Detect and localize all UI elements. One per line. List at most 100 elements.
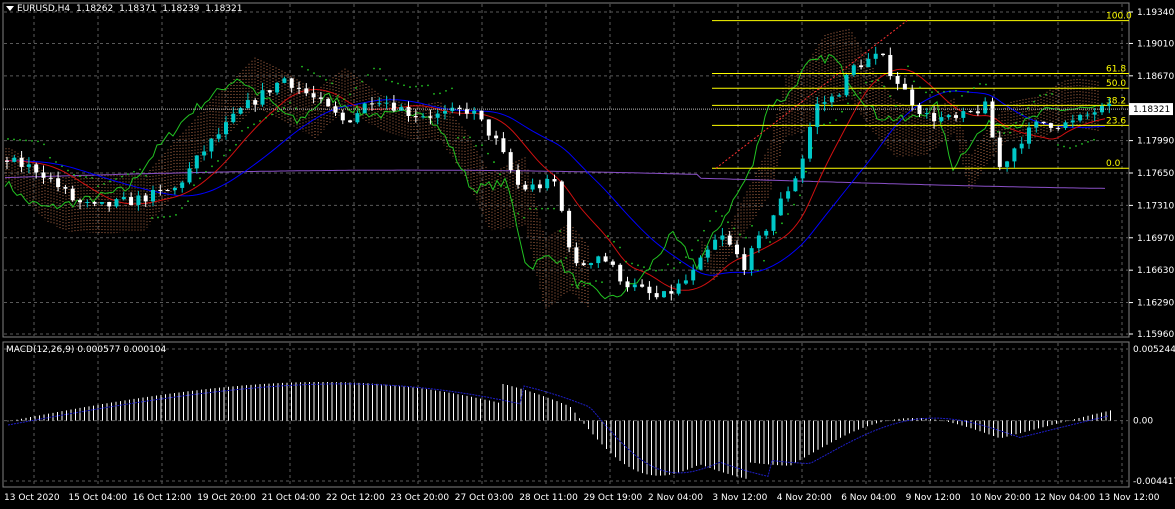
candle-bull bbox=[1070, 120, 1075, 123]
fib-level-label: 23.6 bbox=[1106, 116, 1126, 126]
sar-dot bbox=[1093, 138, 1095, 141]
candle-bull bbox=[1019, 143, 1024, 149]
candle-bull bbox=[121, 197, 126, 200]
candle-bear bbox=[618, 264, 623, 282]
sar-dot bbox=[1015, 121, 1017, 124]
candle-bear bbox=[70, 188, 75, 201]
sar-dot bbox=[373, 67, 375, 70]
candle-bull bbox=[683, 280, 688, 284]
fib-level-label: 0.0 bbox=[1106, 159, 1121, 169]
price-chart-svg[interactable]: 1.19340 1.19010 1.18670 1.17990 1.17650 1.173… bbox=[0, 0, 1175, 509]
sar-dot bbox=[757, 269, 759, 272]
fibonacci-retracement: 100.061.850.038.223.60.0 bbox=[712, 12, 1132, 169]
sar-dot bbox=[607, 235, 609, 237]
candle-bull bbox=[632, 284, 637, 288]
sar-dot bbox=[1057, 144, 1059, 146]
sar-dot bbox=[361, 80, 363, 83]
sar-dot bbox=[73, 173, 75, 176]
candle-bear bbox=[990, 101, 995, 138]
sar-dot bbox=[1063, 145, 1065, 148]
candle-bear bbox=[107, 201, 112, 207]
sar-dot bbox=[163, 216, 165, 218]
sar-dot bbox=[445, 89, 447, 92]
sar-dot bbox=[247, 126, 249, 129]
sar-dot bbox=[325, 78, 327, 81]
sar-dot bbox=[649, 267, 651, 270]
candle-bull bbox=[786, 191, 791, 199]
sar-dot bbox=[301, 65, 303, 68]
chart-window[interactable]: 1.19340 1.19010 1.18670 1.17990 1.17650 1.173… bbox=[0, 0, 1175, 509]
sar-dot bbox=[1081, 143, 1083, 145]
sar-dot bbox=[409, 86, 411, 88]
candle-bear bbox=[727, 235, 732, 245]
sar-dot bbox=[799, 194, 801, 197]
candle-bear bbox=[370, 103, 374, 105]
sar-dot bbox=[697, 239, 699, 242]
sar-dot bbox=[571, 283, 573, 286]
candle-bear bbox=[888, 54, 893, 77]
time-tick-label: 12 Nov 04:00 bbox=[1034, 493, 1095, 503]
sar-dot bbox=[517, 212, 519, 215]
candle-bear bbox=[41, 172, 46, 178]
sar-dot bbox=[1087, 140, 1089, 143]
candle-bear bbox=[574, 247, 579, 264]
sar-dot bbox=[643, 266, 645, 268]
sar-dot bbox=[631, 262, 633, 265]
sar-dot bbox=[151, 217, 153, 219]
sar-dot bbox=[895, 105, 897, 107]
time-tick-label: 13 Oct 2020 bbox=[4, 493, 60, 503]
candle-bull bbox=[282, 78, 287, 83]
candle-bear bbox=[19, 157, 24, 167]
sar-dot bbox=[883, 85, 885, 88]
sar-dot bbox=[715, 210, 717, 213]
sar-dot bbox=[43, 143, 45, 146]
sar-dot bbox=[985, 83, 987, 86]
sar-dot bbox=[493, 161, 495, 163]
candle-bear bbox=[552, 179, 557, 182]
sar-dot bbox=[187, 200, 189, 203]
macd-signal-line bbox=[7, 383, 1109, 477]
candle-bear bbox=[340, 112, 345, 121]
sar-dot bbox=[577, 286, 579, 289]
candle-bear bbox=[625, 281, 630, 288]
candle-bull bbox=[589, 263, 593, 266]
sar-dot bbox=[283, 106, 285, 109]
candle-bear bbox=[1041, 121, 1046, 124]
sar-dot bbox=[835, 119, 837, 121]
time-tick-label: 3 Nov 12:00 bbox=[712, 493, 767, 503]
time-tick-label: 2 Nov 04:00 bbox=[648, 493, 703, 503]
sar-dot bbox=[601, 281, 603, 284]
open-value: 1.18262 bbox=[76, 4, 114, 14]
sar-dot bbox=[775, 231, 777, 234]
sar-dot bbox=[103, 182, 105, 185]
sar-dot bbox=[1009, 131, 1011, 134]
candle-bull bbox=[1092, 112, 1097, 115]
candle-bear bbox=[640, 284, 645, 287]
candle-bear bbox=[975, 111, 980, 114]
sar-dot bbox=[217, 160, 219, 162]
candle-bull bbox=[866, 58, 871, 68]
sar-dot bbox=[475, 144, 477, 147]
candle-bull bbox=[377, 103, 382, 105]
candle-bull bbox=[815, 103, 820, 127]
candle-bull bbox=[698, 257, 703, 270]
candle-bear bbox=[523, 184, 528, 190]
sar-dot bbox=[97, 185, 99, 188]
candle-bear bbox=[654, 293, 659, 298]
sar-dot bbox=[847, 102, 849, 105]
candle-bull bbox=[983, 101, 988, 114]
sar-dot bbox=[397, 82, 399, 85]
price-tick-label: 1.19010 bbox=[1137, 39, 1174, 49]
sar-dot bbox=[355, 87, 357, 89]
sar-dot bbox=[487, 152, 489, 155]
close-value: 1.18321 bbox=[205, 4, 243, 14]
candle-bear bbox=[56, 178, 61, 188]
candle-bull bbox=[187, 168, 192, 183]
sar-dot bbox=[529, 207, 531, 210]
price-tick-label: 1.16970 bbox=[1137, 234, 1174, 244]
dropdown-triangle-icon[interactable] bbox=[6, 6, 14, 11]
candle-bear bbox=[647, 286, 652, 294]
sar-dot bbox=[865, 81, 867, 84]
sar-dot bbox=[19, 139, 21, 141]
sar-dot bbox=[877, 79, 879, 82]
